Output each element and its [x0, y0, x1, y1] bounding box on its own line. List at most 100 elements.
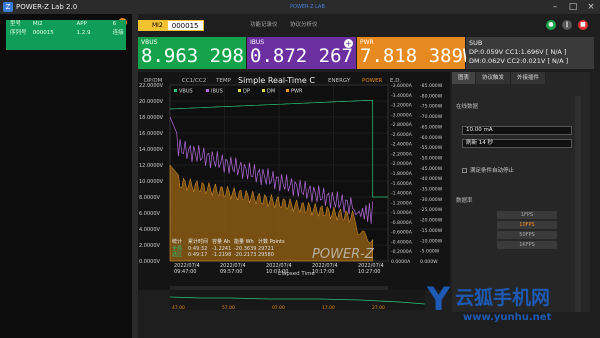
legend-swatch — [286, 89, 289, 92]
tab-plugins[interactable]: 外接插件 — [511, 72, 547, 84]
y-tick-label: -0.4000A — [391, 239, 413, 245]
y-tick-label: 14.0000V — [139, 147, 164, 153]
table-cell: MI2 — [32, 21, 43, 27]
app-logo-icon: Z — [3, 2, 13, 12]
x-tick-label: 09:57:00 — [220, 269, 242, 275]
refresh-select[interactable]: 刷新 14 秒 — [462, 139, 572, 148]
device-tags: MI2 000015 — [138, 18, 204, 32]
y-tick-label: 12.0000V — [139, 163, 164, 169]
y-tick-label: -45.000W — [420, 166, 443, 172]
y-tick-label: 18.0000V — [139, 115, 164, 121]
navigator[interactable]: 47.00 57.00 07.00 17.00 27.00 — [170, 290, 425, 310]
legend-label: DM — [267, 89, 275, 95]
y-tick-label: -70.000W — [420, 114, 443, 120]
y-tick-label: -0.2000A — [391, 249, 413, 255]
y-tick-label: 8.0000V — [139, 195, 160, 201]
y-tick-label: -65.000W — [420, 124, 443, 130]
sub-line2: DM:0.062V CC2:0.021V [ N/A ] — [469, 57, 569, 65]
y-tick-label: -20.000W — [420, 218, 443, 224]
y-tick-label: -1.4000A — [391, 191, 413, 197]
y-tick-label: -2.4000A — [391, 142, 413, 148]
y-tick-label: 0.0000V — [139, 259, 160, 265]
y-tick-label: -1.0000A — [391, 210, 413, 216]
device-model-tag[interactable]: MI2 — [148, 19, 167, 31]
navigator-label: 57.00 — [222, 305, 235, 310]
fps-option-10[interactable]: 10FPS — [497, 221, 557, 229]
chart-watermark: POWER-Z — [312, 247, 375, 262]
ibus-readout: IBUS 0.872 267 A + — [247, 37, 376, 69]
y-tick-label: -3.6000A — [391, 83, 413, 89]
site-watermark: Y 云狐手机网 www.yunhu.net — [426, 280, 552, 323]
table-cell: 序列号 — [10, 30, 27, 36]
stats-cell: 0:49:17 — [188, 252, 207, 258]
y-tick-label: 0.0000A — [391, 259, 411, 265]
y-tick-label: -1.6000A — [391, 181, 413, 187]
x-tick-label: 10:17:00 — [312, 269, 334, 275]
table-row[interactable]: 序列号 000015 1.2.9 连接 — [6, 29, 126, 38]
y-tick-label: 2.0000V — [139, 243, 160, 249]
minimize-icon[interactable]: – — [546, 0, 564, 14]
x-axis-label: Elapsed Time — [278, 271, 315, 277]
sub-line1: DP:0.059V CC1:1.696V [ N/A ] — [469, 48, 567, 56]
y-tick-label: -2.0000A — [391, 161, 413, 167]
window-title: POWER-Z Lab 2.0 — [16, 3, 78, 11]
x-tick-label: 10:27:00 — [358, 269, 380, 275]
navigator-label: 47.00 — [172, 305, 185, 310]
close-icon[interactable]: × — [582, 0, 600, 14]
pwr-readout: PWR 7.818 389W — [357, 37, 474, 69]
legend-swatch — [238, 89, 241, 92]
stats-header: 累计时间 — [188, 238, 208, 245]
table-cell: 000015 — [32, 30, 54, 36]
watermark-url: www.yunhu.net — [463, 312, 552, 323]
y-tick-label: -0.8000A — [391, 220, 413, 226]
device-serial-tag[interactable]: 000015 — [166, 19, 204, 31]
brand-center: POWER-Z LAB — [290, 4, 325, 10]
y-tick-label: 22.0000V — [139, 83, 164, 89]
tab-protocol[interactable]: 协议触发 — [476, 72, 512, 84]
fps-option-1k[interactable]: 1KFPS — [497, 241, 557, 249]
checkbox-box[interactable] — [462, 168, 467, 173]
stats-table: 统计 累计时间 容量 Ah 能量 Wh 计数 Points全局 0:49:32 -1.224… — [172, 238, 285, 258]
y-tick-label: -55.000W — [420, 145, 443, 151]
y-tick-label: -3.2000A — [391, 103, 413, 109]
navigator-bg — [170, 290, 425, 310]
device-table[interactable]: 型号 MI2 APP 6 序列号 000015 1.2.9 连接 — [6, 20, 126, 50]
y-tick-label: -75.000W — [420, 104, 443, 110]
maximize-icon[interactable]: □ — [564, 0, 582, 14]
stats-header: 统计 — [172, 238, 182, 245]
fps-option-50[interactable]: 50FPS — [497, 231, 557, 239]
stats-cell: 全局 — [172, 245, 182, 252]
tab-chart[interactable]: 图表 — [452, 72, 477, 84]
stats-header: 容量 Ah — [212, 238, 230, 245]
table-row: 型号 MI2 APP 6 — [6, 20, 126, 29]
add-icon[interactable]: + — [344, 39, 353, 48]
menu-protocol[interactable]: 协议分析仪 — [290, 20, 318, 28]
watermark-y-logo: Y — [426, 280, 451, 318]
y-tick-label: -1.8000A — [391, 171, 413, 177]
threshold-input[interactable]: 10.00 mA — [462, 126, 572, 135]
menu-recorder[interactable]: 功能记录仪 — [250, 20, 278, 28]
vbus-readout: VBUS 8.963 298 V — [138, 37, 267, 69]
table-cell: APP — [76, 21, 87, 27]
device-panel — [0, 14, 132, 338]
realtime-chart[interactable]: DP/DM CC1/CC2 TEMP Simple Real-Time C ENERGY… — [138, 72, 450, 290]
legend-label: VBUS — [179, 89, 193, 95]
auto-stop-checkbox[interactable]: 满足条件自动停止 — [462, 166, 514, 174]
connect-button[interactable]: 连接 — [113, 29, 126, 38]
pause-icon[interactable]: ∥ — [562, 20, 572, 30]
legend-swatch — [206, 89, 209, 92]
navigator-label: 27.00 — [372, 305, 385, 310]
chart-tab: CC1/CC2 — [182, 78, 206, 84]
legend-label: PWR — [291, 89, 303, 95]
online-data-header[interactable]: 在线数据 — [456, 102, 478, 110]
chart-tab: Simple Real-Time C — [238, 76, 315, 85]
y-tick-label: -40.000W — [420, 176, 443, 182]
fps-option-1[interactable]: 1FPS — [497, 211, 557, 219]
watermark-brand: 云狐手机网 — [455, 286, 550, 309]
chart-tab: TEMP — [215, 78, 232, 84]
status-icon[interactable]: ● — [546, 20, 556, 30]
y-tick-label: -2.2000A — [391, 151, 413, 157]
y-tick-label: -80.000W — [420, 93, 443, 99]
stop-icon[interactable]: ■ — [578, 20, 588, 30]
y-tick-label: 16.0000V — [139, 131, 164, 137]
